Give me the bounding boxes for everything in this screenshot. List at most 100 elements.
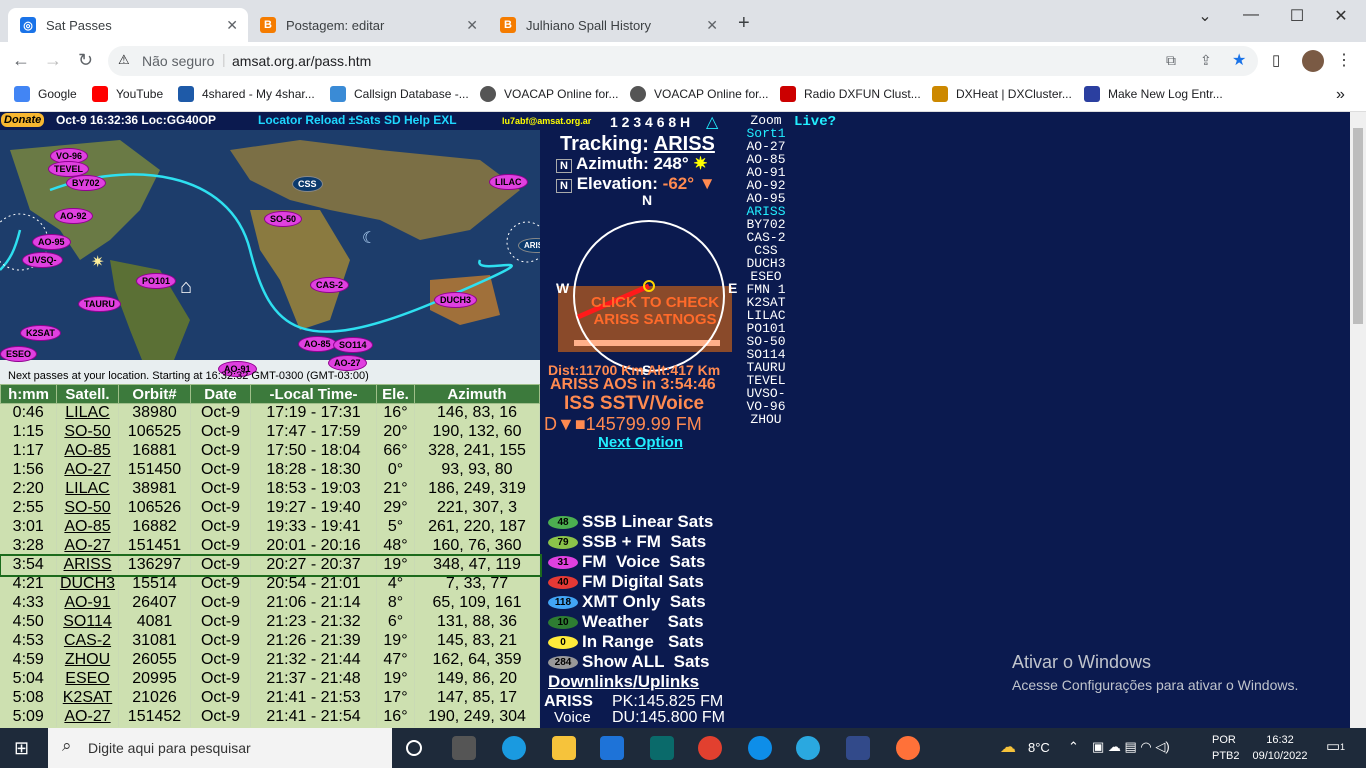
tab-julhiano[interactable]: B Julhiano Spall History ✕ [488, 8, 728, 42]
pass-row[interactable]: 1:56 AO-27 151450 Oct-9 18:28 - 18:30 0° 93, 9… [0, 460, 540, 480]
reload-icon[interactable]: ↻ [78, 50, 93, 71]
col-hmm[interactable]: h:mm [0, 384, 57, 404]
triangle-up-icon[interactable]: △ [706, 112, 718, 132]
pass-row[interactable]: 3:01 AO-85 16882 Oct-9 19:33 - 19:41 5° 261, 2… [0, 517, 540, 537]
north-toggle[interactable]: N [556, 179, 572, 193]
sat-list-item[interactable]: ZHOU [736, 413, 796, 426]
cell-satellite[interactable]: AO-27 [56, 460, 119, 480]
sat-group-button[interactable]: 40 FM Digital Sats [548, 572, 736, 592]
downlinks-title[interactable]: Downlinks/Uplinks [548, 672, 699, 692]
app-icon[interactable] [650, 736, 674, 760]
map-sat-so114[interactable]: SO114 [333, 337, 373, 353]
map-sat-by702[interactable]: BY702 [66, 175, 106, 191]
close-icon[interactable]: ✕ [706, 17, 718, 34]
map-sat-so50[interactable]: SO-50 [264, 211, 303, 227]
tab-postagem[interactable]: B Postagem: editar ✕ [248, 8, 488, 42]
map-sat-duch3[interactable]: DUCH3 [434, 292, 478, 308]
map-sat-po101[interactable]: PO101 [136, 273, 177, 289]
scrollbar[interactable] [1350, 112, 1366, 728]
cell-satellite[interactable]: AO-91 [56, 593, 119, 613]
pass-row[interactable]: 5:09 AO-27 151452 Oct-9 21:41 - 21:54 16° 190,… [0, 707, 540, 727]
sat-group-button[interactable]: 79 SSB + FM Sats [548, 532, 736, 552]
world-map[interactable]: ✷ ☾ ⌂ VO-96 TEVEL BY702 AO-92 AO-95 UVSQ… [0, 130, 540, 384]
task-view-icon[interactable] [452, 736, 476, 760]
cell-satellite[interactable]: AO-85 [56, 517, 119, 537]
sat-group-button[interactable]: 284 Show ALL Sats [548, 652, 736, 672]
cell-satellite[interactable]: LILAC [56, 403, 119, 423]
col-azimuth[interactable]: Azimuth [414, 384, 540, 404]
bookmark-youtube[interactable]: YouTube [92, 86, 163, 102]
language[interactable]: POR PTB2 [1212, 732, 1240, 764]
close-icon[interactable]: ✕ [226, 17, 238, 34]
firefox-icon[interactable] [896, 736, 920, 760]
windows-start-icon[interactable]: ⊞ [14, 738, 29, 759]
map-sat-lilac[interactable]: LILAC [489, 174, 528, 190]
map-sat-ao85[interactable]: AO-85 [298, 336, 337, 352]
bookmark-voacap-2[interactable]: VOACAP Online for... [630, 86, 769, 102]
sat-group-button[interactable]: 118 XMT Only Sats [548, 592, 736, 612]
pass-row[interactable]: 5:08 K2SAT 21026 Oct-9 21:41 - 21:53 17° 147, … [0, 688, 540, 708]
cell-satellite[interactable]: ESEO [56, 669, 119, 689]
pass-row[interactable]: 2:20 LILAC 38981 Oct-9 18:53 - 19:03 21° 186, … [0, 479, 540, 499]
bookmark-log[interactable]: Make New Log Entr... [1084, 86, 1223, 102]
tray-icons[interactable]: ▣ ☁ ▤ ◠ ◁) [1092, 739, 1170, 755]
maximize-button[interactable]: ☐ [1282, 6, 1312, 26]
close-window-button[interactable]: ✕ [1326, 6, 1356, 26]
pass-row[interactable]: 3:28 AO-27 151451 Oct-9 20:01 - 20:16 48° 160,… [0, 536, 540, 556]
map-sat-cas2[interactable]: CAS-2 [310, 277, 350, 293]
pass-row[interactable]: 2:55 SO-50 106526 Oct-9 19:27 - 19:40 29° 221,… [0, 498, 540, 518]
back-icon[interactable]: ← [12, 50, 30, 71]
col-orbit[interactable]: Orbit# [118, 384, 191, 404]
tray-up-icon[interactable]: ⌃ [1068, 739, 1079, 755]
temperature[interactable]: 8°C [1028, 740, 1050, 755]
more-bookmarks-icon[interactable]: » [1336, 86, 1345, 104]
number-menu[interactable]: 1 2 3 4 6 8 H [610, 114, 690, 130]
close-icon[interactable]: ✕ [466, 17, 478, 34]
app-icon[interactable] [796, 736, 820, 760]
notification-icon[interactable]: ▭ [1326, 737, 1340, 755]
cell-satellite[interactable]: ZHOU [56, 650, 119, 670]
cortana-icon[interactable] [406, 740, 422, 756]
sat-group-button[interactable]: 10 Weather Sats [548, 612, 736, 632]
cell-satellite[interactable]: AO-27 [56, 707, 119, 727]
taskbar-search[interactable]: ⌕ Digite aqui para pesquisar [48, 728, 392, 768]
pass-row[interactable]: 4:50 SO114 4081 Oct-9 21:23 - 21:32 6° 131, 88… [0, 612, 540, 632]
tracking-sat-link[interactable]: ARISS [654, 133, 715, 155]
avatar[interactable] [1302, 50, 1324, 72]
compass-plot[interactable]: N W E S CLICK TO CHECK ARISS SATNOGS [552, 192, 737, 378]
mail-icon[interactable] [600, 736, 624, 760]
satnogs-link[interactable]: CLICK TO CHECK ARISS SATNOGS [590, 294, 720, 328]
clock[interactable]: 16:32 09/10/2022 [1248, 732, 1312, 764]
cell-satellite[interactable]: LILAC [56, 479, 119, 499]
bookmark-4shared[interactable]: 4shared - My 4shar... [178, 86, 315, 102]
pass-row[interactable]: 3:54 ARISS 136297 Oct-9 20:27 - 20:37 19° 348,… [0, 553, 542, 577]
col-local-time[interactable]: -Local Time- [250, 384, 377, 404]
map-sat-css[interactable]: CSS [292, 176, 323, 192]
scrollbar-thumb[interactable] [1353, 128, 1363, 324]
menu-links[interactable]: Locator Reload ±Sats SD Help EXL [258, 113, 457, 127]
bookmark-dxfun[interactable]: Radio DXFUN Clust... [780, 86, 921, 102]
tab-sat-passes[interactable]: ◎ Sat Passes ✕ [8, 8, 248, 42]
map-sat-ao27[interactable]: AO-27 [328, 355, 367, 371]
forward-icon[interactable]: → [44, 50, 62, 71]
north-toggle[interactable]: N [556, 159, 572, 173]
cell-satellite[interactable]: DUCH3 [56, 574, 119, 594]
map-sat-k2sat[interactable]: K2SAT [20, 325, 61, 341]
bookmark-dxheat[interactable]: DXHeat | DXCluster... [932, 86, 1072, 102]
bookmark-voacap-1[interactable]: VOACAP Online for... [480, 86, 619, 102]
cell-satellite[interactable]: ARISS [56, 555, 119, 575]
cell-satellite[interactable]: AO-27 [56, 536, 119, 556]
file-explorer-icon[interactable] [552, 736, 576, 760]
sat-group-button[interactable]: 0 In Range Sats [548, 632, 736, 652]
minimize-button[interactable]: — [1236, 6, 1266, 24]
sat-group-button[interactable]: 48 SSB Linear Sats [548, 512, 736, 532]
cell-satellite[interactable]: SO-50 [56, 422, 119, 442]
cell-satellite[interactable]: SO114 [56, 612, 119, 632]
new-tab-button[interactable]: + [738, 12, 750, 35]
donate-button[interactable]: Donate [1, 113, 45, 127]
map-sat-ao95[interactable]: AO-95 [32, 234, 71, 250]
cell-satellite[interactable]: AO-85 [56, 441, 119, 461]
map-sat-ao92[interactable]: AO-92 [54, 208, 93, 224]
map-sat-tauru[interactable]: TAURU [78, 296, 121, 312]
menu-icon[interactable]: ⋮ [1336, 50, 1352, 70]
